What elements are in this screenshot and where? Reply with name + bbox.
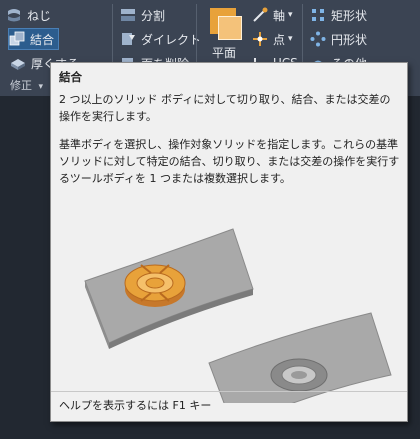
rect-array-button[interactable]: 矩形状 [310, 5, 367, 25]
rect-array-label: 矩形状 [331, 8, 368, 23]
point-label: 点 [273, 32, 286, 47]
chevron-down-icon: ▾ [288, 34, 293, 44]
tooltip-extended-description: 基準ボディを選択し、操作対象ソリッドを指定します。これらの基準ソリッドに対して特… [59, 138, 400, 185]
tooltip-title: 結合 [59, 70, 82, 84]
union-illustration [84, 228, 392, 403]
circle-array-label: 円形状 [331, 32, 368, 47]
union-icon [9, 31, 25, 46]
circle-array-icon [310, 31, 326, 47]
split-button[interactable]: 分割 [120, 5, 165, 25]
plane-icon [206, 6, 242, 42]
tooltip-divider [51, 391, 407, 392]
chevron-down-icon: ▾ [38, 82, 44, 92]
point-button[interactable]: 点 ▾ [252, 29, 293, 49]
twist-icon [8, 9, 20, 22]
union-tooltip: 結合 2 つ以上のソリッド ボディに対して切り取り、結合、または交差の操作を実行… [50, 62, 408, 422]
direct-label: ダイレクト [141, 32, 202, 47]
tooltip-help-hint: ヘルプを表示するには F1 キー [59, 399, 212, 412]
tooltip-description: 2 つ以上のソリッド ボディに対して切り取り、結合、または交差の操作を実行します… [59, 93, 391, 123]
union-button[interactable]: 結合 [8, 28, 60, 50]
twist-label: ねじ [27, 8, 52, 23]
chevron-down-icon: ▾ [288, 10, 293, 20]
split-icon [121, 9, 135, 21]
split-label: 分割 [141, 8, 166, 23]
plane-label: 平面 [211, 46, 236, 60]
result-body [270, 358, 328, 392]
direct-edit-icon [122, 33, 135, 45]
modify-panel-label: 修正 [10, 79, 32, 92]
twist-button[interactable]: ねじ [6, 5, 51, 25]
direct-button[interactable]: ダイレクト [120, 29, 201, 49]
modify-panel-title[interactable]: 修正 ▾ [10, 77, 43, 93]
circle-array-button[interactable]: 円形状 [310, 29, 367, 49]
thicken-icon [11, 59, 25, 70]
axis-label: 軸 [273, 8, 286, 23]
tool-body-orange [124, 264, 186, 307]
point-icon [253, 32, 267, 46]
axis-icon [253, 7, 268, 22]
axis-button[interactable]: 軸 ▾ [252, 5, 293, 25]
rect-array-icon [312, 9, 324, 21]
union-label: 結合 [30, 32, 55, 47]
